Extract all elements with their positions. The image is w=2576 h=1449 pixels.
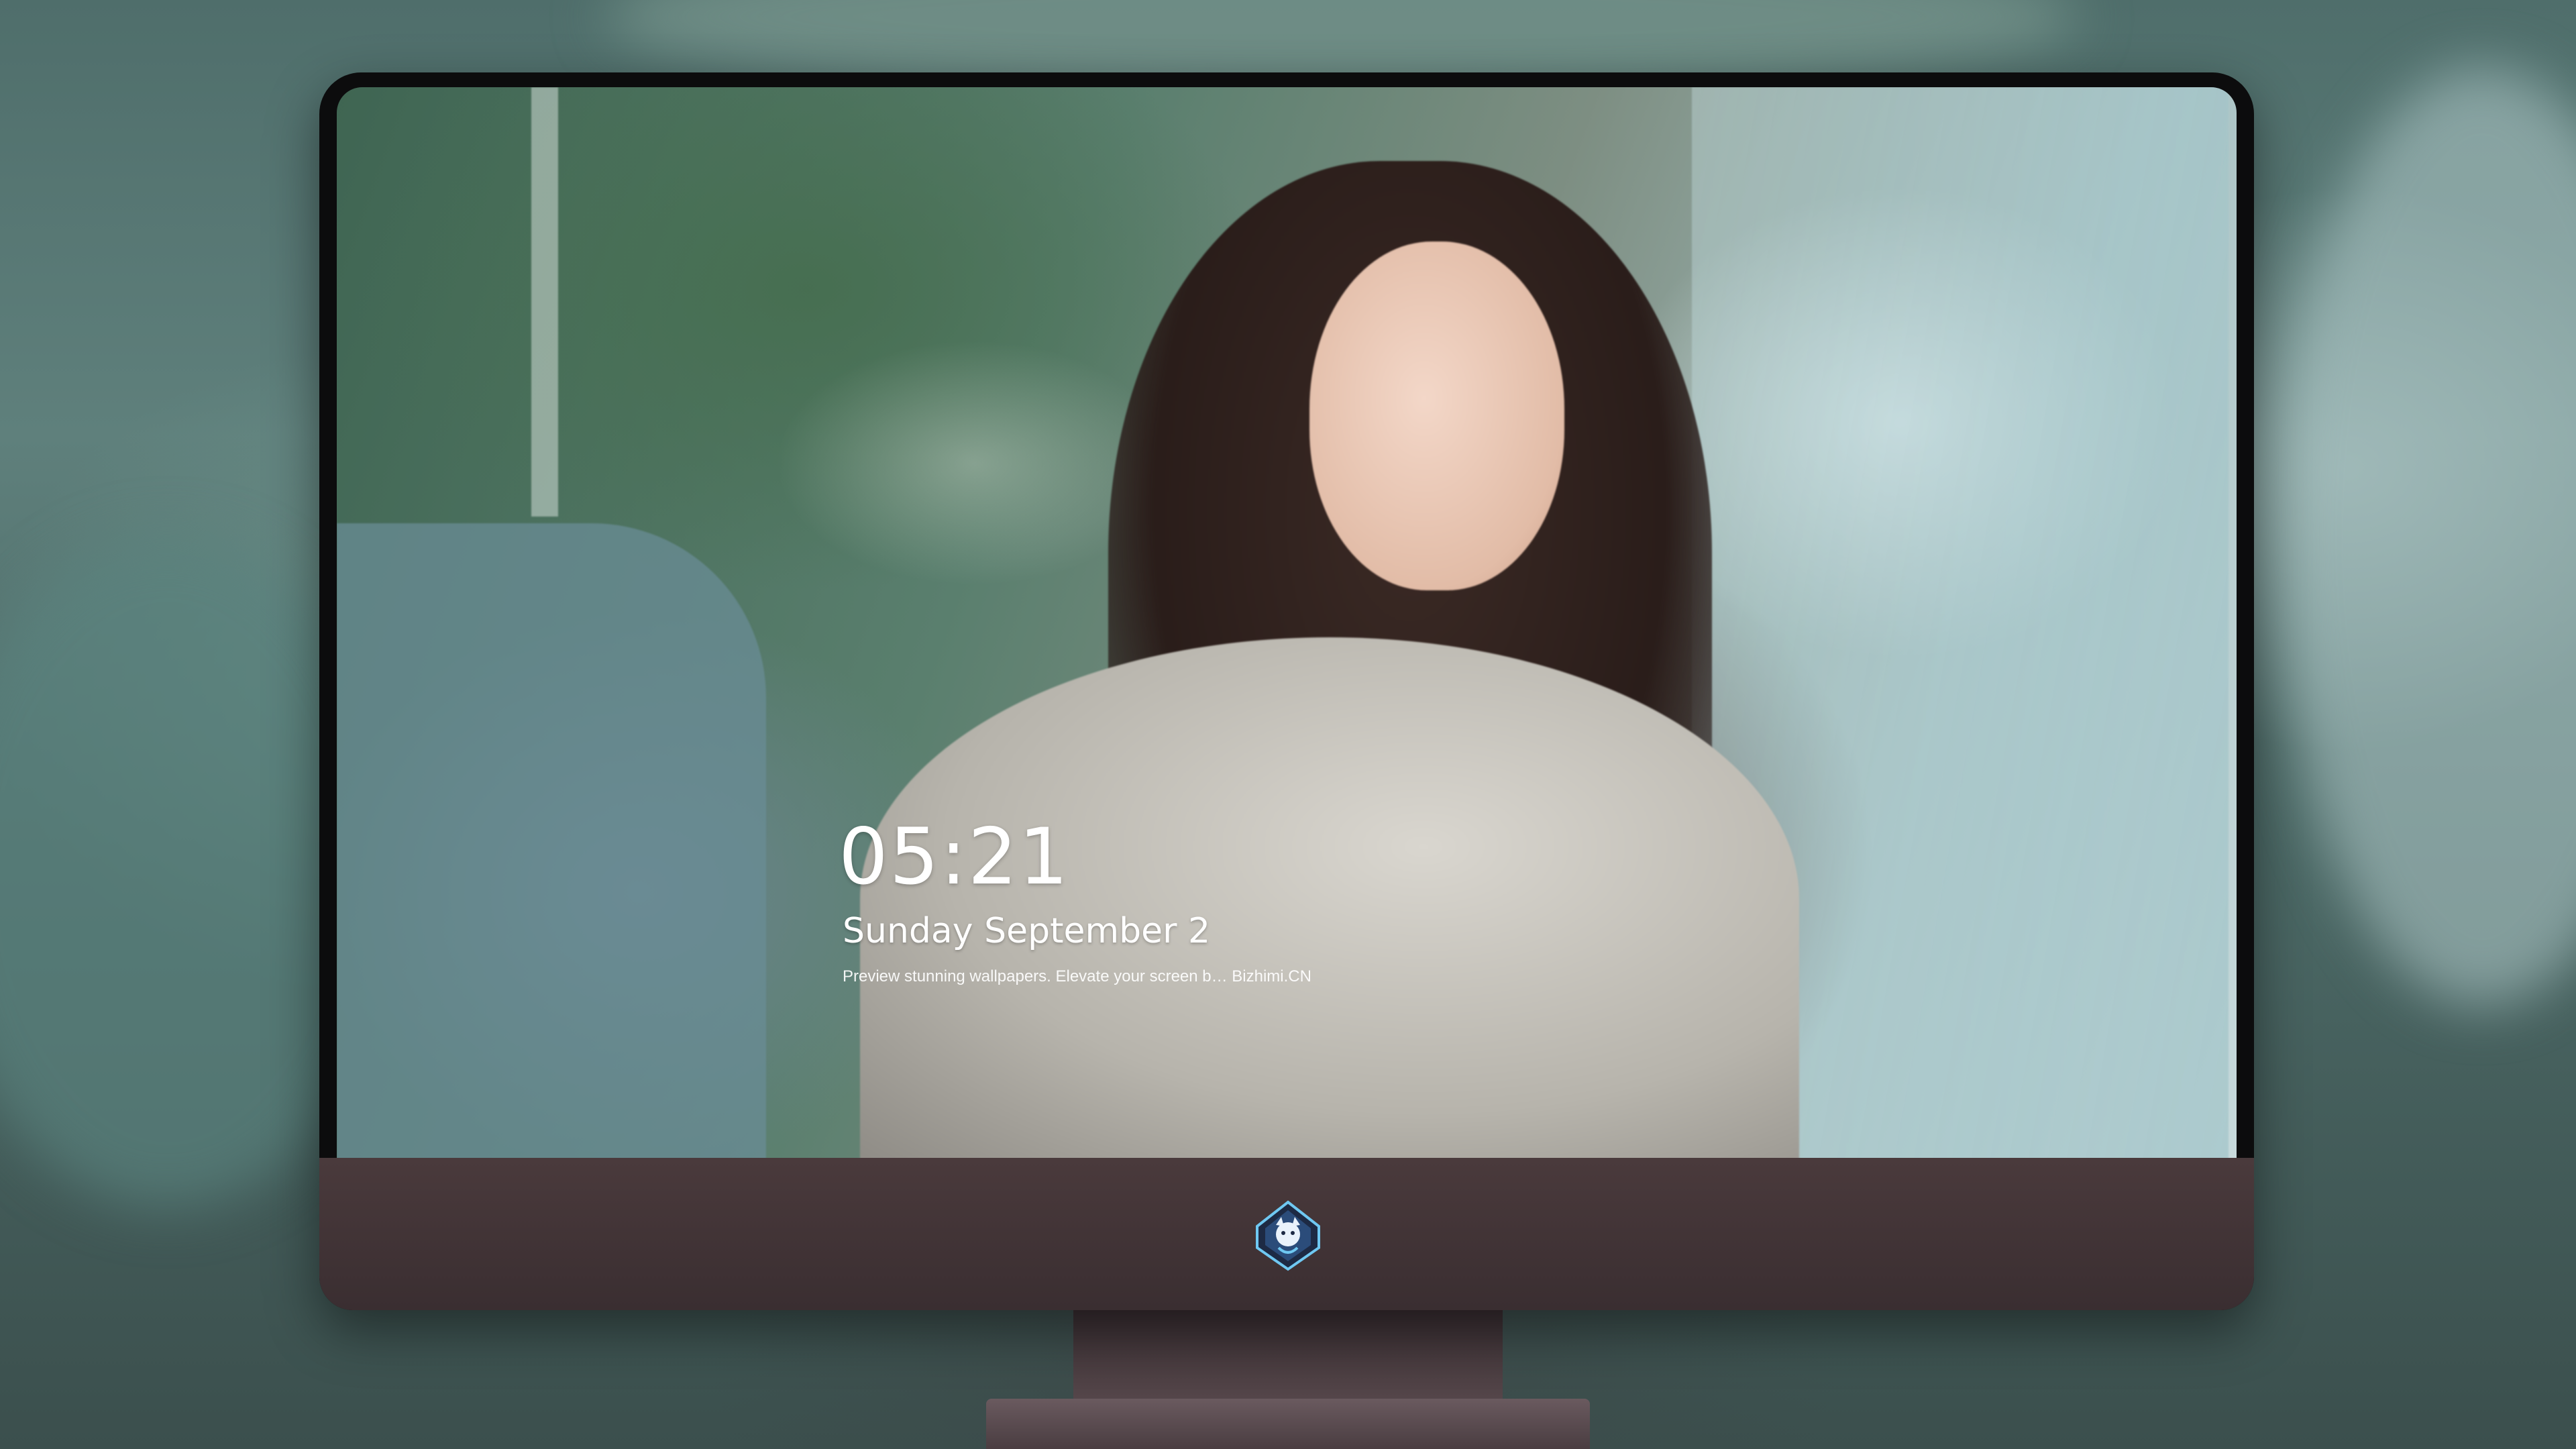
lock-screen: 05:21 Sunday September 2 Preview stunnin…	[337, 87, 2237, 1158]
blurred-background: 05:21 Sunday September 2 Preview stunnin…	[0, 0, 2576, 1449]
wallpaper-face	[1309, 241, 1564, 590]
wallpaper-chair	[337, 523, 766, 1158]
lock-screen-tagline: Preview stunning wallpapers. Elevate you…	[843, 967, 1311, 985]
background-blur-right	[2281, 67, 2576, 1006]
wallpaper-window-frame	[531, 87, 558, 517]
monitor-frame: 05:21 Sunday September 2 Preview stunnin…	[319, 72, 2254, 1310]
dragon-logo-icon	[1252, 1199, 1324, 1272]
monitor-stand-base	[986, 1399, 1590, 1449]
lock-screen-date: Sunday September 2	[843, 911, 1211, 951]
lock-screen-time: 05:21	[839, 812, 1070, 902]
monitor-stand-neck	[1073, 1310, 1503, 1404]
